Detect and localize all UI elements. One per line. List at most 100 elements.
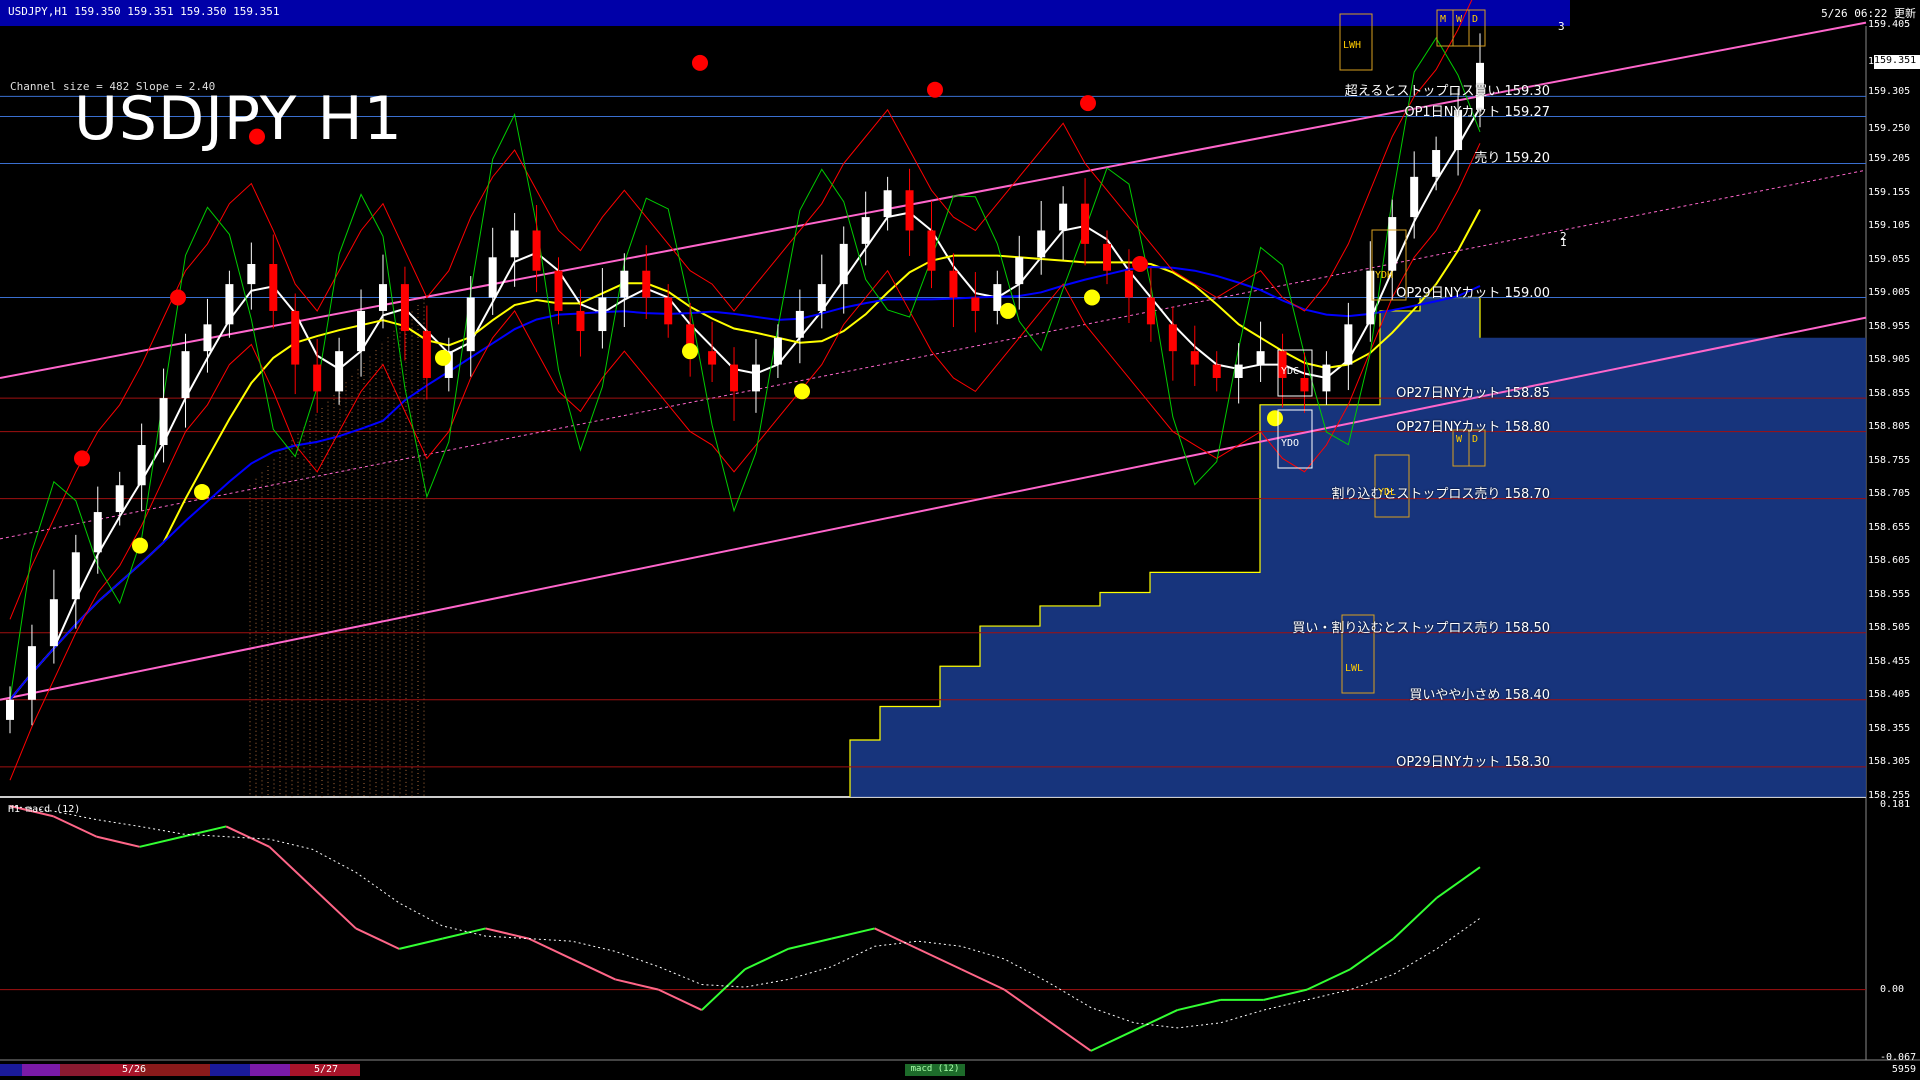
level-label: 買い・割り込むとストップロス売り 158.50	[1292, 620, 1550, 636]
candle-body	[949, 270, 958, 298]
macd-segment	[442, 927, 486, 940]
chart-title: USDJPY H1	[74, 84, 403, 154]
macd-segment	[960, 968, 1005, 991]
candle-body	[927, 230, 936, 271]
candle-body	[378, 284, 387, 311]
box-label: D	[1472, 14, 1479, 25]
macd-segment	[788, 937, 832, 950]
price-tick: 158.755	[1868, 454, 1911, 466]
candle-body	[708, 351, 717, 365]
macd-segment	[485, 927, 530, 940]
price-tick: 159.305	[1868, 86, 1911, 98]
macd-signal-line	[9, 805, 1481, 1029]
macd-segment	[139, 835, 184, 848]
fractal-up-marker	[1000, 302, 1016, 319]
fractal-up-marker	[132, 537, 148, 554]
candle-body	[817, 284, 826, 311]
candle-body	[1081, 203, 1090, 244]
fractal-down-marker	[170, 289, 186, 306]
macd-segment	[1306, 968, 1351, 991]
price-tick: 158.555	[1868, 588, 1911, 600]
box-label: LWH	[1343, 40, 1362, 51]
box-label: W	[1456, 434, 1463, 445]
candle-body	[730, 364, 739, 392]
channel-count: 1	[1560, 236, 1567, 249]
candle-body	[1322, 364, 1331, 392]
candle-body	[861, 217, 870, 244]
fractal-up-marker	[435, 349, 451, 366]
level-label: OP29日NYカット 159.00	[1396, 285, 1550, 301]
level-label: OP29日NYカット 158.30	[1396, 754, 1550, 770]
macd-segment	[1047, 1019, 1092, 1052]
bar-count: 5959	[1891, 1064, 1916, 1075]
candle-body	[400, 284, 409, 332]
box-label: YDH	[1375, 270, 1394, 281]
fractal-down-marker	[1132, 256, 1148, 273]
candle-body	[1300, 377, 1309, 392]
macd-segment	[398, 937, 443, 950]
current-price-value: 159.351	[1874, 55, 1917, 67]
candle-body	[576, 310, 585, 332]
price-tick: 158.355	[1868, 722, 1911, 734]
macd-segment	[917, 947, 962, 971]
candle-body	[357, 310, 366, 352]
fractal-up-marker	[682, 343, 698, 360]
box-label: W	[1456, 14, 1463, 25]
candle-body	[335, 351, 344, 392]
macd-tick: 0.181	[1880, 799, 1911, 810]
box-label: LWL	[1345, 663, 1364, 674]
candle-body	[422, 331, 431, 378]
candle-body	[1015, 257, 1024, 285]
candle-body	[993, 284, 1002, 311]
macd-segment	[658, 988, 703, 1011]
macd-segment	[1392, 897, 1438, 940]
current-price-tag: 159.351	[1874, 55, 1920, 70]
candle-body	[93, 512, 102, 553]
candle-body	[269, 264, 278, 311]
fractal-down-marker	[927, 81, 943, 98]
candle-body	[291, 310, 300, 365]
price-tick: 158.405	[1868, 689, 1911, 701]
price-tick: 158.805	[1868, 421, 1911, 433]
level-label: 売り 159.20	[1474, 151, 1550, 167]
macd-segment	[1177, 998, 1221, 1012]
candle-body	[642, 270, 651, 298]
candle-body	[1146, 297, 1155, 325]
candle-body	[751, 364, 760, 392]
candle-body	[971, 297, 980, 311]
candle-body	[313, 364, 322, 392]
macd-segment	[1090, 1029, 1135, 1052]
price-tick: 158.605	[1868, 555, 1911, 567]
candle-body	[1234, 364, 1243, 378]
candle-body	[839, 243, 848, 285]
macd-panel	[0, 805, 1866, 1052]
candle-body	[1388, 217, 1397, 271]
candle-body	[181, 351, 190, 399]
macd-tick: 0.00	[1880, 983, 1905, 995]
price-tick: 158.955	[1868, 320, 1911, 332]
candle-body	[620, 270, 629, 298]
price-tick: 159.250	[1868, 122, 1911, 134]
candle-body	[1432, 150, 1441, 177]
cloud-fill	[850, 297, 1866, 797]
macd-segment	[615, 978, 659, 991]
indicator-tab[interactable]: macd (12)	[905, 1064, 965, 1076]
price-chart[interactable]	[0, 0, 1920, 1080]
candle-body	[159, 398, 168, 446]
macd-segment	[311, 886, 357, 930]
level-label: 割り込むとストップロス売り 158.70	[1331, 486, 1550, 502]
macd-segment	[571, 958, 616, 981]
macd-segment	[268, 846, 314, 889]
channel-count: 3	[1558, 20, 1565, 33]
price-tick: 158.505	[1868, 622, 1911, 634]
candle-body	[1168, 324, 1177, 352]
macd-segment	[1436, 866, 1481, 899]
date-label-1: 5/26	[122, 1064, 147, 1075]
level-label: OP1日NYカット 159.27	[1404, 104, 1550, 120]
candle-body	[1037, 230, 1046, 258]
macd-segment	[1133, 1009, 1178, 1032]
candle-body	[510, 230, 519, 258]
candle-body	[466, 297, 475, 352]
candle-body	[137, 445, 146, 486]
macd-segment	[96, 835, 140, 848]
